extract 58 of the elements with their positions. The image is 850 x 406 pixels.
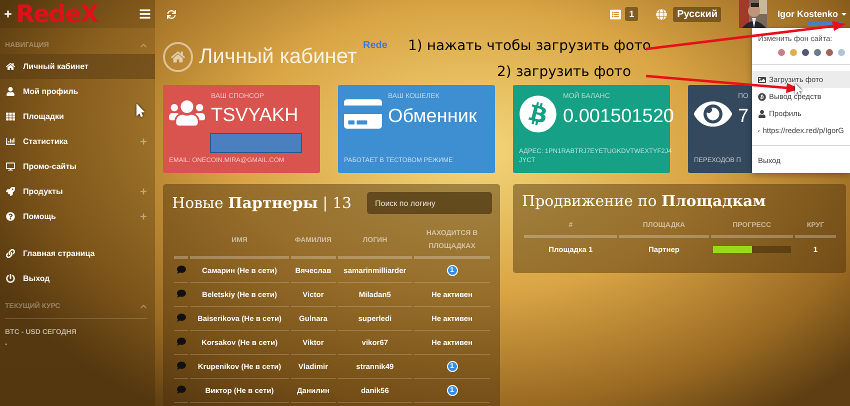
color-swatch[interactable] bbox=[802, 49, 809, 56]
messages-icon[interactable] bbox=[610, 8, 622, 20]
grid-icon bbox=[6, 112, 15, 121]
logo-mark-icon bbox=[4, 10, 12, 18]
cursor-icon bbox=[134, 104, 147, 117]
nav-item[interactable]: Статистика bbox=[0, 129, 155, 154]
chat-icon[interactable] bbox=[176, 313, 186, 322]
nav-item[interactable]: Мой профиль bbox=[0, 79, 155, 104]
nav-item[interactable]: Выход bbox=[0, 266, 155, 291]
annotation-text: 2) загрузить фото bbox=[497, 64, 632, 80]
help-icon bbox=[6, 212, 15, 221]
image-icon bbox=[758, 76, 766, 84]
rocket-icon bbox=[6, 187, 15, 196]
chat-icon[interactable] bbox=[176, 265, 186, 274]
refresh-icon bbox=[167, 10, 176, 18]
user-icon bbox=[758, 110, 766, 118]
user-menu-button[interactable]: Igor Kostenko bbox=[767, 9, 850, 19]
chat-icon[interactable] bbox=[176, 361, 186, 370]
nav-item[interactable]: Продукты bbox=[0, 179, 155, 204]
menu-icon bbox=[139, 8, 151, 20]
color-swatch[interactable] bbox=[838, 49, 845, 56]
page-title: Личный кабинет bbox=[199, 44, 357, 68]
color-swatch[interactable] bbox=[790, 49, 797, 56]
nav-item[interactable]: Площадки bbox=[0, 104, 155, 129]
panel-title: Продвижение по Площадкам bbox=[522, 192, 766, 210]
nav-item[interactable]: Промо-сайты bbox=[0, 154, 155, 179]
collapse-icon[interactable] bbox=[140, 42, 147, 48]
bitcoin-icon bbox=[519, 95, 557, 133]
chat-icon[interactable] bbox=[176, 289, 186, 298]
color-swatch[interactable] bbox=[826, 49, 833, 56]
logo: RedeX bbox=[16, 0, 98, 28]
color-swatch[interactable] bbox=[814, 49, 821, 56]
search-field[interactable]: Поиск по логину bbox=[367, 192, 492, 214]
expand-icon[interactable] bbox=[140, 213, 147, 220]
card-value: Обменник bbox=[388, 104, 477, 128]
nav-item[interactable]: Главная страница bbox=[0, 241, 155, 266]
globe-icon bbox=[656, 8, 668, 20]
chat-icon[interactable] bbox=[176, 337, 186, 346]
collapse-icon[interactable] bbox=[140, 302, 147, 310]
card-value: 7 bbox=[738, 104, 749, 128]
card-value: TSVYAKH bbox=[211, 104, 298, 128]
annotation-text: 1) нажать чтобы загрузить фото bbox=[408, 38, 651, 54]
home-icon bbox=[163, 42, 193, 72]
messages-count: 1 bbox=[625, 7, 638, 21]
chart-icon bbox=[6, 137, 15, 146]
color-swatch[interactable] bbox=[778, 49, 785, 56]
caret-icon bbox=[840, 10, 848, 18]
monitor-icon bbox=[6, 162, 15, 171]
user-icon bbox=[6, 87, 15, 96]
home-icon bbox=[6, 62, 15, 71]
bitcoin-icon bbox=[758, 92, 766, 100]
chat-icon[interactable] bbox=[176, 385, 186, 394]
expand-icon[interactable] bbox=[140, 188, 147, 195]
nav-item[interactable]: Помощь bbox=[0, 204, 155, 229]
panel-title: Новые Партнеры | 13 bbox=[172, 194, 352, 212]
expand-icon[interactable] bbox=[140, 138, 147, 145]
power-icon bbox=[6, 274, 15, 283]
nav-item[interactable]: Личный кабинет bbox=[0, 54, 155, 79]
